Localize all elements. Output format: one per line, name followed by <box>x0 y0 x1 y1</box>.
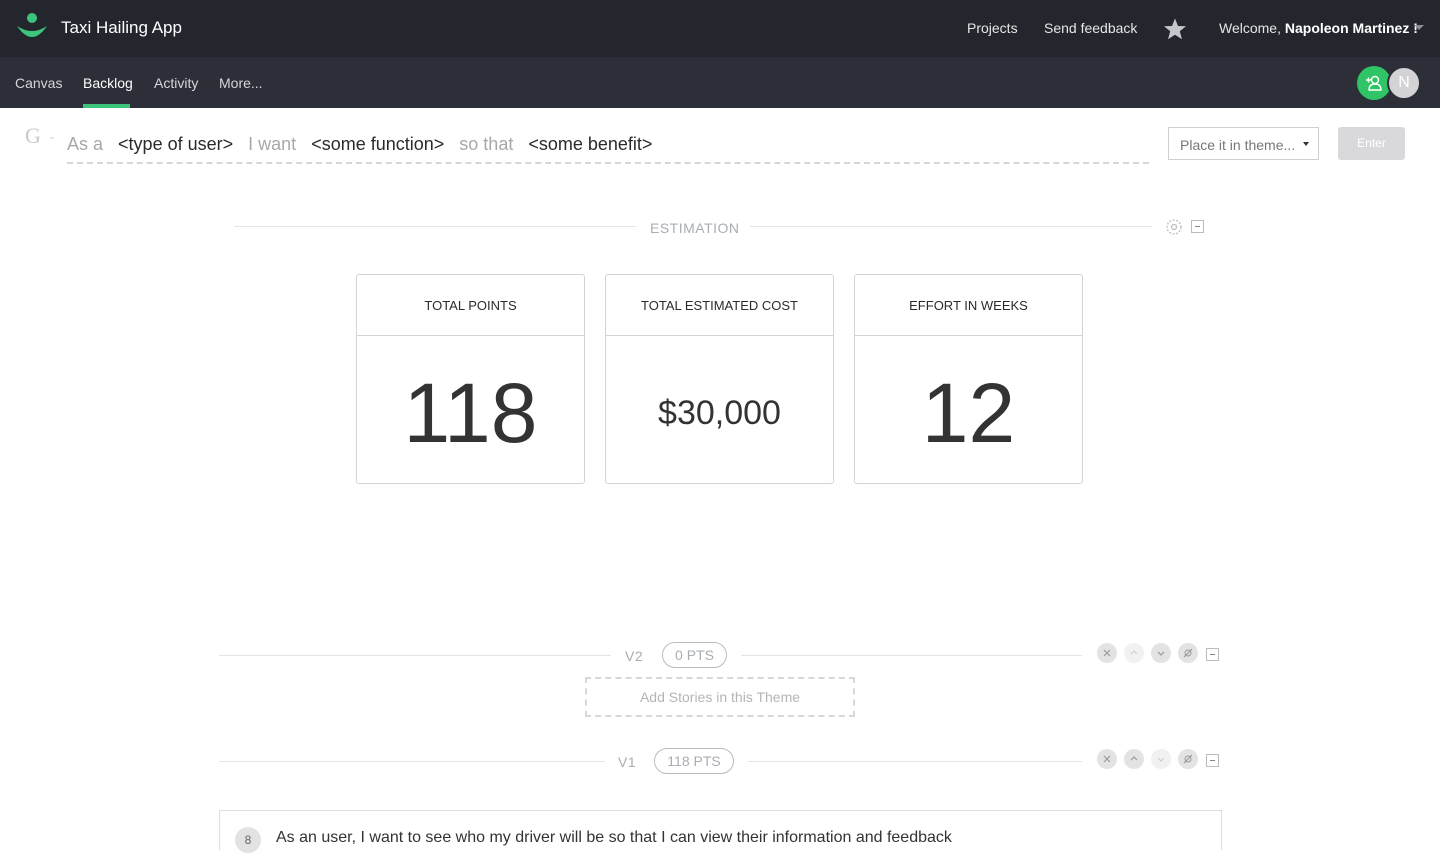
divider <box>741 655 1082 656</box>
add-stories-button[interactable]: Add Stories in this Theme <box>585 677 855 717</box>
card-label: TOTAL ESTIMATED COST <box>606 275 833 336</box>
chevron-down-icon[interactable] <box>1414 25 1424 30</box>
g-icon[interactable]: G <box>25 123 41 149</box>
theme-select-placeholder: Place it in theme... <box>1180 137 1296 153</box>
link-icon[interactable] <box>1178 749 1198 769</box>
nav-more[interactable]: More... <box>219 75 263 91</box>
projects-link[interactable]: Projects <box>967 20 1018 36</box>
i-want-label: I want <box>248 134 297 154</box>
close-icon[interactable] <box>1097 643 1117 663</box>
collapse-button[interactable] <box>1206 754 1219 767</box>
enter-button[interactable]: Enter <box>1338 127 1405 160</box>
minus-icon <box>1195 226 1200 227</box>
divider <box>750 226 1152 227</box>
some-function-field[interactable]: <some function> <box>311 134 444 155</box>
divider <box>219 655 611 656</box>
story-number: 8 <box>235 827 261 853</box>
theme-name[interactable]: V2 <box>625 648 643 664</box>
theme-points-badge: 0 PTS <box>662 642 727 668</box>
as-a-label: As a <box>67 134 104 154</box>
collapse-button[interactable] <box>1191 220 1204 233</box>
close-icon[interactable] <box>1097 749 1117 769</box>
divider <box>219 761 605 762</box>
estimation-title: ESTIMATION <box>650 220 740 236</box>
user-name: Napoleon Martinez ! <box>1284 20 1418 36</box>
minus-icon <box>1210 654 1215 655</box>
move-down-icon[interactable] <box>1151 749 1171 769</box>
estimation-card-total-points: TOTAL POINTS 118 <box>356 274 585 484</box>
move-up-icon[interactable] <box>1124 643 1144 663</box>
top-bar: Taxi Hailing App Projects Send feedback … <box>0 0 1440 57</box>
nav-canvas[interactable]: Canvas <box>15 75 62 91</box>
welcome-user-menu[interactable]: Welcome, Napoleon Martinez ! <box>1219 20 1418 36</box>
move-down-icon[interactable] <box>1151 643 1171 663</box>
some-benefit-field[interactable]: <some benefit> <box>528 134 652 155</box>
theme-select[interactable]: Place it in theme... <box>1168 127 1319 160</box>
add-user-icon <box>1366 75 1382 91</box>
active-tab-indicator <box>83 104 130 108</box>
send-feedback-link[interactable]: Send feedback <box>1044 20 1137 36</box>
type-of-user-field[interactable]: <type of user> <box>118 134 233 155</box>
add-collaborator-avatar[interactable] <box>1357 66 1391 100</box>
app-title[interactable]: Taxi Hailing App <box>61 18 182 38</box>
divider <box>748 761 1082 762</box>
so-that-label: so that <box>459 134 514 154</box>
welcome-prefix: Welcome, <box>1219 20 1285 36</box>
story-row[interactable]: 8 As an user, I want to see who my drive… <box>219 810 1222 853</box>
star-icon[interactable] <box>1163 17 1187 41</box>
user-avatar[interactable]: N <box>1387 66 1421 100</box>
card-label: TOTAL POINTS <box>357 275 584 336</box>
chevron-down-icon[interactable]: ⌄ <box>48 131 56 142</box>
chevron-down-icon <box>1303 142 1309 146</box>
collapse-button[interactable] <box>1206 648 1219 661</box>
link-icon[interactable] <box>1178 643 1198 663</box>
estimation-card-total-cost: TOTAL ESTIMATED COST $30,000 <box>605 274 834 484</box>
settings-gear-icon[interactable] <box>1164 217 1184 237</box>
nav-activity[interactable]: Activity <box>154 75 198 91</box>
divider <box>234 226 636 227</box>
nav-backlog[interactable]: Backlog <box>83 75 133 91</box>
card-value: 118 <box>403 366 538 460</box>
minus-icon <box>1210 760 1215 761</box>
move-up-icon[interactable] <box>1124 749 1144 769</box>
story-input[interactable]: As a <type of user> I want <some functio… <box>67 134 1149 164</box>
card-label: EFFORT IN WEEKS <box>855 275 1082 336</box>
card-value: $30,000 <box>658 394 781 432</box>
story-text[interactable]: As an user, I want to see who my driver … <box>276 829 952 847</box>
theme-points-badge: 118 PTS <box>654 748 734 774</box>
theme-name[interactable]: V1 <box>618 754 636 770</box>
sub-navigation: Canvas Backlog Activity More... <box>0 57 1440 108</box>
card-value: 12 <box>921 366 1016 460</box>
estimation-card-effort-weeks: EFFORT IN WEEKS 12 <box>854 274 1083 484</box>
app-logo-icon[interactable] <box>16 12 48 44</box>
